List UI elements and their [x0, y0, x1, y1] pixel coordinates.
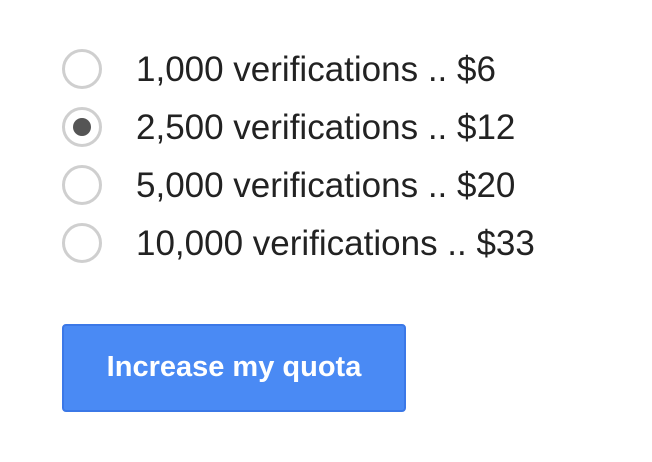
quota-options-group: 1,000 verifications .. $6 2,500 verifica…: [62, 40, 535, 272]
option-label: 5,000 verifications .. $20: [136, 165, 516, 205]
radio-button-2500[interactable]: [62, 107, 102, 147]
option-label: 10,000 verifications .. $33: [136, 223, 535, 263]
option-label: 2,500 verifications .. $12: [136, 107, 516, 147]
option-label: 1,000 verifications .. $6: [136, 49, 496, 89]
increase-quota-button[interactable]: Increase my quota: [62, 324, 406, 412]
radio-button-10000[interactable]: [62, 223, 102, 263]
quota-option-5000[interactable]: 5,000 verifications .. $20: [62, 156, 535, 214]
quota-option-2500[interactable]: 2,500 verifications .. $12: [62, 98, 535, 156]
quota-option-1000[interactable]: 1,000 verifications .. $6: [62, 40, 535, 98]
quota-option-10000[interactable]: 10,000 verifications .. $33: [62, 214, 535, 272]
radio-button-5000[interactable]: [62, 165, 102, 205]
radio-button-1000[interactable]: [62, 49, 102, 89]
